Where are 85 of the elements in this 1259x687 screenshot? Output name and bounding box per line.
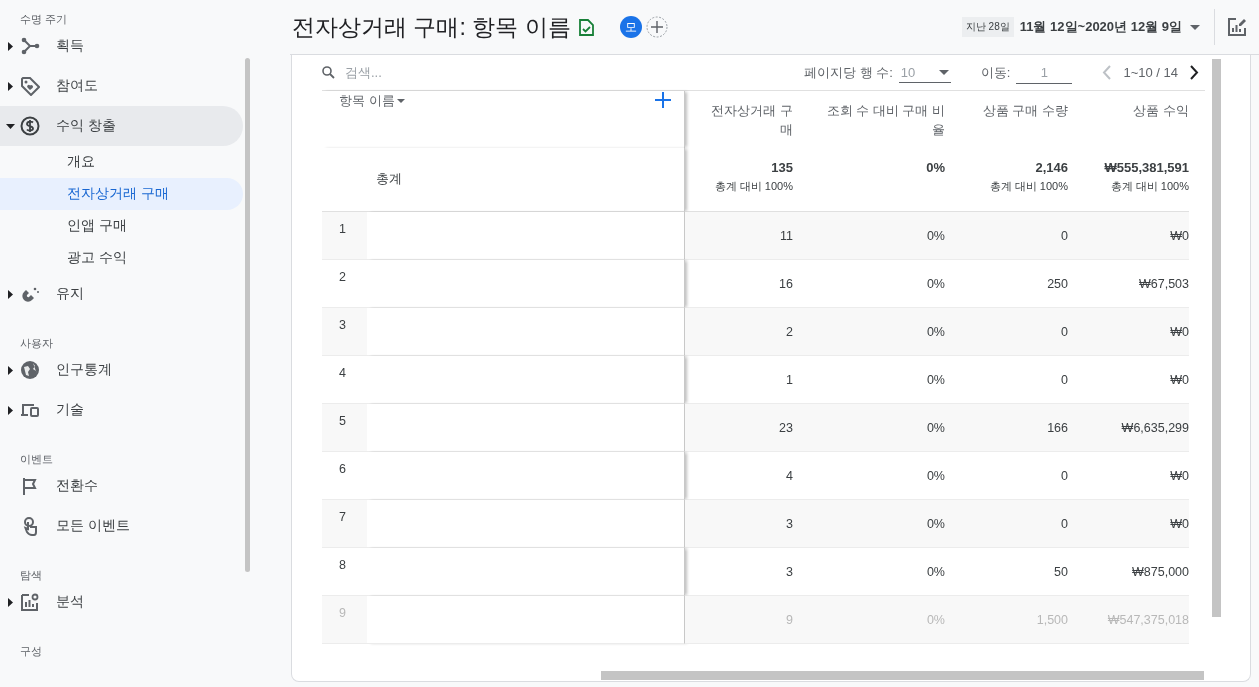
nav-item[interactable]: 획득 xyxy=(0,26,243,66)
nav-icon xyxy=(20,592,40,612)
page-title: 전자상거래 구매: 항목 이름 xyxy=(292,12,571,42)
totals-label: 총계 xyxy=(322,148,685,212)
comparison-badge[interactable]: 모 xyxy=(619,16,642,38)
nav-subitem[interactable]: 개요 xyxy=(0,146,243,178)
table-cell: ₩547,375,018 xyxy=(1068,596,1189,644)
table-cell: 11 xyxy=(685,212,793,260)
table-cell: 0 xyxy=(945,212,1068,260)
row-number: 9 xyxy=(322,596,367,644)
total-share: 총계 대비 100% xyxy=(713,179,793,194)
caret-right-icon[interactable] xyxy=(7,405,13,415)
nav-item[interactable]: 분석 xyxy=(0,582,243,622)
section-heading: 탐색 xyxy=(19,568,43,582)
table-cell: 0% xyxy=(793,596,945,644)
total-share: 총계 대비 100% xyxy=(988,179,1068,194)
table-cell: ₩0 xyxy=(1068,500,1189,548)
caret-right-icon[interactable] xyxy=(7,289,13,299)
table-cell: ₩0 xyxy=(1068,212,1189,260)
caret-right-icon[interactable] xyxy=(7,41,13,51)
table-cell: 0% xyxy=(793,308,945,356)
table-cell: ₩6,635,299 xyxy=(1068,404,1189,452)
column-header[interactable]: 상품 수익 xyxy=(1068,91,1189,148)
row-number: 5 xyxy=(322,404,367,452)
caret-down-icon[interactable] xyxy=(5,123,15,129)
nav-item[interactable]: 모든 이벤트 xyxy=(0,506,243,546)
nav-item[interactable]: 유지 xyxy=(0,274,243,314)
caret-right-icon[interactable] xyxy=(7,81,13,91)
caret-right-icon[interactable] xyxy=(7,365,13,375)
dropdown-caret-icon[interactable] xyxy=(1190,24,1200,30)
nav-item[interactable]: 인구통계 xyxy=(0,350,243,390)
page-range: 1~10 / 14 xyxy=(1123,65,1178,80)
nav-subitem[interactable]: 인앱 구매 xyxy=(0,210,243,242)
column-header[interactable]: 전자상거래 구매 xyxy=(685,91,793,148)
goto-label: 이동: xyxy=(980,63,1011,82)
nav-subitem[interactable]: 광고 수익 xyxy=(0,242,243,274)
add-dimension-icon[interactable] xyxy=(654,91,672,109)
total-value: ₩555,381,591 xyxy=(1103,160,1189,175)
nav-icon xyxy=(20,76,40,96)
total-value: 0% xyxy=(925,160,945,175)
table-cell: 3 xyxy=(685,500,793,548)
nav-icon xyxy=(20,36,40,56)
column-header[interactable]: 조회 수 대비 구매 비율 xyxy=(793,91,945,148)
total-share: 총계 대비 100% xyxy=(1109,179,1189,194)
scrollbar[interactable] xyxy=(601,671,1204,680)
nav-item[interactable]: 기술 xyxy=(0,390,243,430)
caret-icon[interactable] xyxy=(396,98,405,103)
nav-item[interactable]: 참여도 xyxy=(0,66,243,106)
add-comparison-icon[interactable] xyxy=(645,16,668,38)
total-value: 2,146 xyxy=(1034,160,1068,175)
table-cell: 23 xyxy=(685,404,793,452)
table-cell: 0% xyxy=(793,212,945,260)
nav-item[interactable]: 전환수 xyxy=(0,466,243,506)
column-header[interactable]: 상품 구매 수량 xyxy=(945,91,1068,148)
scrollbar[interactable] xyxy=(1212,59,1221,617)
table-cell: ₩0 xyxy=(1068,308,1189,356)
section-heading: 사용자 xyxy=(19,336,54,350)
caret-icon[interactable] xyxy=(938,69,949,75)
report-check-icon[interactable] xyxy=(578,18,594,36)
section-heading: 수명 주기 xyxy=(19,12,69,26)
rows-per-page-label: 페이지당 행 수: xyxy=(803,63,893,82)
caret-right-icon[interactable] xyxy=(7,597,13,607)
section-heading: 이벤트 xyxy=(19,452,54,466)
edit-chart-icon[interactable] xyxy=(1227,17,1247,37)
row-number: 3 xyxy=(322,308,367,356)
row-number: 7 xyxy=(322,500,367,548)
table-cell: 0 xyxy=(945,500,1068,548)
table-cell: 2 xyxy=(685,308,793,356)
search-icon xyxy=(322,66,335,79)
section-heading: 구성 xyxy=(19,644,43,658)
scrollbar[interactable] xyxy=(245,58,250,572)
nav-icon xyxy=(20,116,40,136)
table-cell: 1,500 xyxy=(945,596,1068,644)
table-cell: 166 xyxy=(945,404,1068,452)
table-cell: 0% xyxy=(793,404,945,452)
table-cell: 0 xyxy=(945,308,1068,356)
nav-icon xyxy=(20,360,40,380)
total-value: 135 xyxy=(770,160,793,175)
period-chip: 지난 28일 xyxy=(961,17,1014,37)
row-number: 1 xyxy=(322,212,367,260)
date-range[interactable]: 11월 12일~2020년 12월 9일 xyxy=(1019,18,1182,36)
table-cell: 0% xyxy=(793,500,945,548)
table-cell: 9 xyxy=(685,596,793,644)
nav-subitem[interactable]: 전자상거래 구매 xyxy=(0,178,243,210)
dimension-column-header[interactable]: 항목 이름 xyxy=(339,91,405,110)
